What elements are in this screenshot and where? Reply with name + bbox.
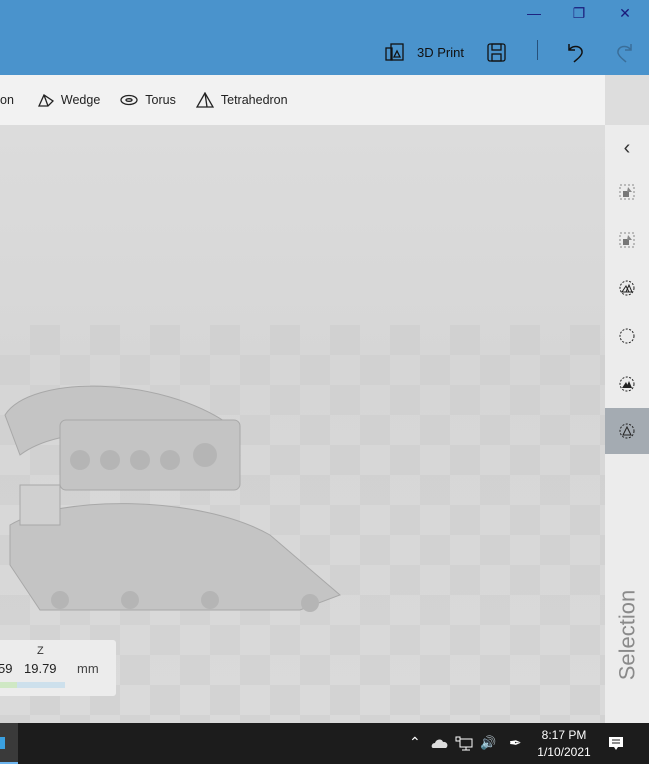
redo-icon <box>617 44 632 63</box>
right-side-panel: ‹ Selection <box>605 125 649 723</box>
shape-tetrahedron[interactable]: Tetrahedron <box>195 92 288 108</box>
pen-icon[interactable]: ✒ <box>509 734 522 752</box>
wedge-icon <box>37 94 54 107</box>
notifications-icon[interactable] <box>608 736 624 752</box>
undo-icon <box>568 44 583 63</box>
select-all-icon <box>619 280 635 296</box>
invert-selection-button[interactable] <box>605 361 649 407</box>
x-value-partial[interactable]: 59 <box>0 661 12 676</box>
toolbar-divider <box>537 40 538 60</box>
dimensions-panel: Z 59 19.79 mm <box>0 640 116 696</box>
pinned-app-button[interactable] <box>0 723 18 764</box>
3d-viewport[interactable]: Z 59 19.79 mm <box>0 125 605 723</box>
3d-model-tank[interactable] <box>0 365 350 625</box>
chevron-up-icon[interactable]: ⌃ <box>409 734 421 751</box>
invert-selection-icon <box>619 376 635 392</box>
tetrahedron-icon <box>195 92 214 108</box>
minimize-button[interactable]: — <box>511 0 557 26</box>
3d-print-icon <box>385 43 404 61</box>
taskbar: ⌃ 🔊 ✒ 8:17 PM 1/10/2021 <box>0 723 649 764</box>
object-selection-icon <box>619 423 635 439</box>
select-objects-icon <box>619 184 635 200</box>
shape-wedge[interactable]: Wedge <box>37 93 101 107</box>
deselect-objects-button[interactable] <box>605 217 649 263</box>
selection-label: Selection <box>614 589 640 681</box>
y-axis-color-bar <box>0 682 17 688</box>
z-value[interactable]: 19.79 <box>24 661 57 676</box>
shape-torus[interactable]: Torus <box>120 93 176 107</box>
shape-label: Torus <box>145 93 176 107</box>
save-button[interactable] <box>487 36 506 68</box>
select-none-icon <box>619 328 635 344</box>
volume-icon[interactable]: 🔊 <box>480 735 496 751</box>
z-axis-label: Z <box>37 645 44 657</box>
z-axis-color-bar <box>17 682 65 688</box>
selection-panel-label[interactable]: Selection <box>605 585 649 685</box>
3d-print-button[interactable]: 3D Print <box>385 36 464 68</box>
torus-icon <box>120 94 138 106</box>
chevron-left-icon: ‹ <box>623 136 631 159</box>
save-icon <box>487 42 506 62</box>
shape-label: Wedge <box>60 93 101 107</box>
select-objects-button[interactable] <box>605 169 649 215</box>
shape-label: Tetrahedron <box>220 93 288 107</box>
date: 1/10/2021 <box>537 745 591 759</box>
3d-print-label: 3D Print <box>417 44 464 60</box>
close-button[interactable]: ✕ <box>602 0 648 26</box>
select-object-mode-button[interactable] <box>605 408 649 454</box>
collapse-panel-button[interactable]: ‹ <box>605 125 649 171</box>
restore-button[interactable]: ❐ <box>556 0 602 26</box>
app-icon <box>0 737 5 749</box>
select-all-button[interactable] <box>605 265 649 311</box>
deselect-objects-icon <box>619 232 635 248</box>
select-none-button[interactable] <box>605 313 649 359</box>
time: 8:17 PM <box>541 728 587 742</box>
shapes-toolbar: on Wedge Torus Tetrahedron <box>0 75 605 125</box>
title-bar: — ❐ ✕ 3D Print <box>0 0 649 75</box>
shape-partial-label[interactable]: on <box>0 93 14 107</box>
onedrive-icon[interactable] <box>431 738 449 748</box>
clock[interactable]: 8:17 PM 1/10/2021 <box>532 727 596 761</box>
network-icon[interactable] <box>455 736 473 752</box>
redo-button[interactable] <box>614 36 634 68</box>
unit-label: mm <box>77 661 99 676</box>
undo-button[interactable] <box>566 36 586 68</box>
